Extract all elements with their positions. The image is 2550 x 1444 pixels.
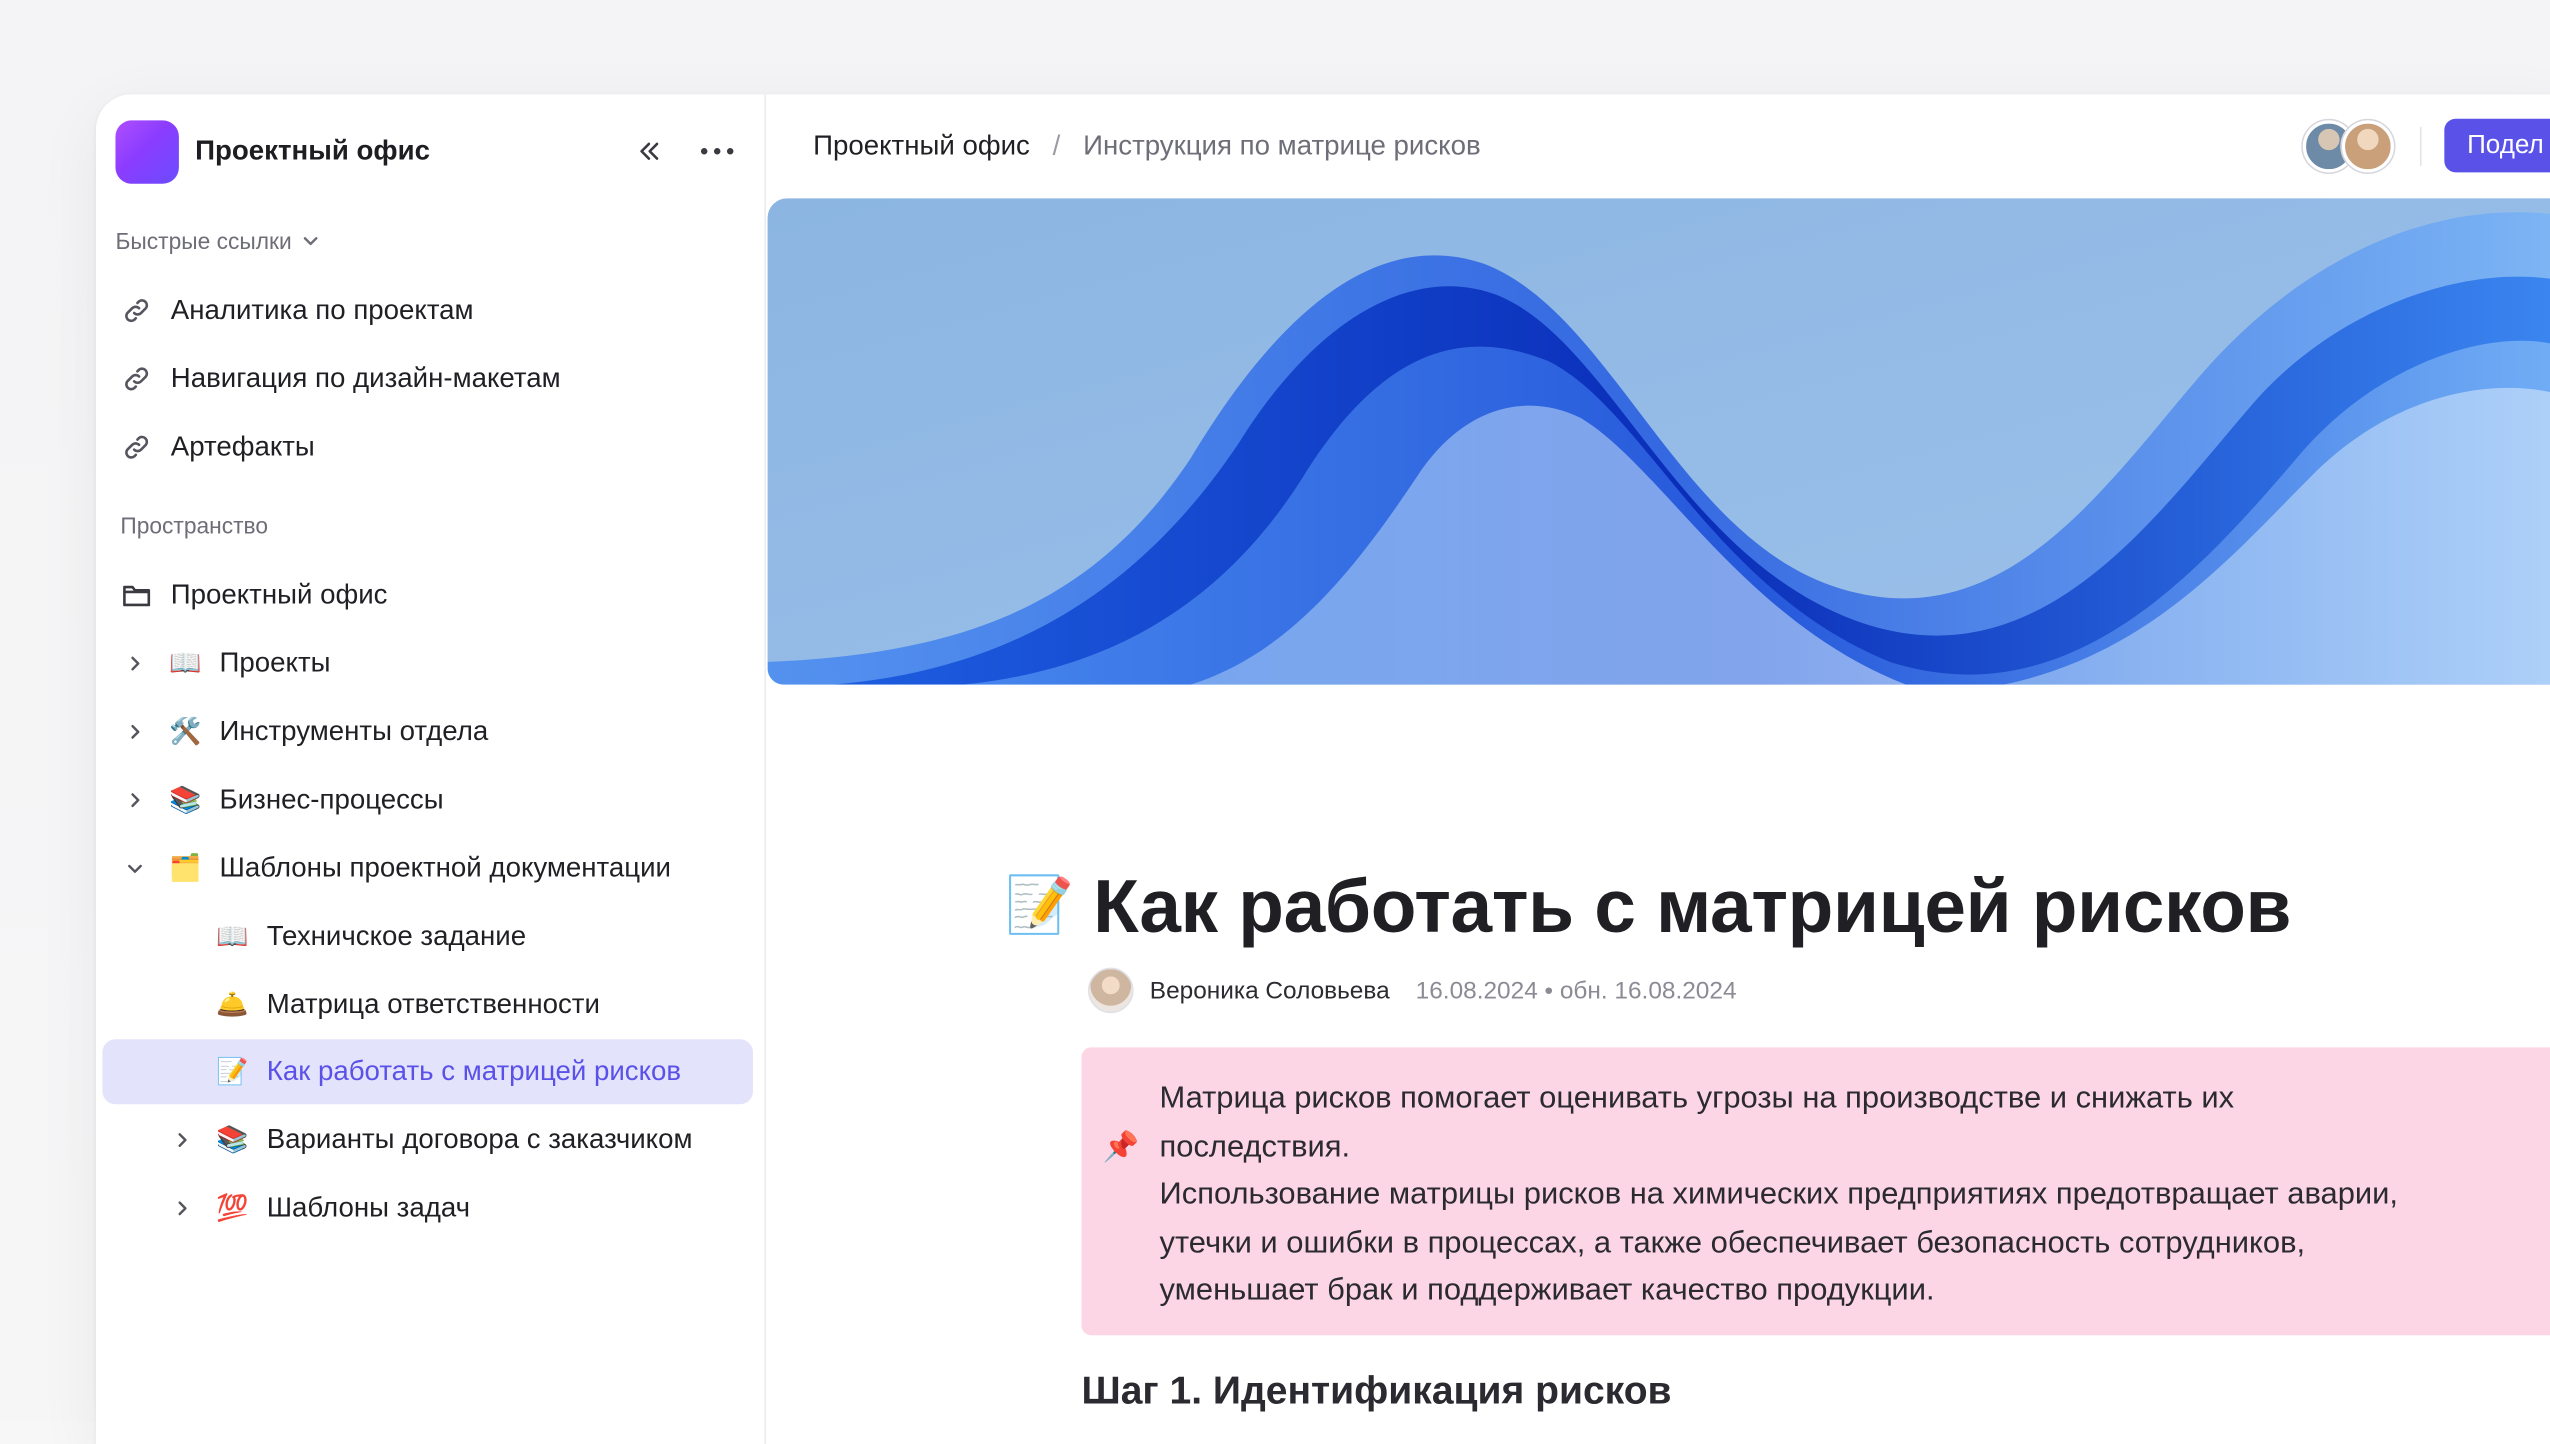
workspace-logo[interactable] (115, 119, 179, 183)
link-icon (119, 431, 155, 464)
space-root-item[interactable]: Проектный офис (102, 563, 753, 628)
tree-item-tools[interactable]: 🛠️ Инструменты отдела (102, 699, 753, 764)
document-meta: Вероника Соловьева 16.08.2024 • обн. 16.… (1087, 967, 1737, 1014)
collaborator-avatars[interactable] (2302, 120, 2394, 173)
breadcrumb-separator: / (1052, 130, 1061, 162)
section-heading[interactable]: Шаг 1. Идентификация рисков (1081, 1369, 1671, 1415)
toolbar-divider (2419, 126, 2422, 166)
quick-link-analytics[interactable]: Аналитика по проектам (102, 278, 753, 343)
space-title: Пространство (120, 512, 269, 539)
sidebar: Проектный офис Быстрые ссылки Аналитика … (95, 94, 766, 1444)
breadcrumb-root[interactable]: Проектный офис (813, 130, 1030, 163)
callout-line: Матрица рисков помогает оценивать угрозы… (1159, 1081, 2235, 1116)
tree-item-label: Инструменты отдела (219, 715, 489, 747)
memo-icon: 📝 (216, 1058, 249, 1087)
tree-item-risk-matrix[interactable]: 📝 Как работать с матрицей рисков (102, 1039, 753, 1105)
page-title-text: Как работать с матрицей рисков (1093, 863, 2292, 949)
tree-item-responsibility-matrix[interactable]: 🛎️ Матрица ответственности (102, 973, 753, 1038)
author-name[interactable]: Вероника Соловьева (1150, 977, 1390, 1005)
book-icon: 📖 (169, 650, 202, 679)
callout-line: уменьшает брак и поддерживает качество п… (1159, 1273, 1935, 1308)
tree-item-label: Варианты договора с заказчиком (266, 1123, 693, 1155)
callout-block[interactable]: 📌 Матрица рисков помогает оценивать угро… (1081, 1047, 2550, 1336)
breadcrumb: Проектный офис / Инструкция по матрице р… (813, 130, 1480, 163)
tree-item-tech-spec[interactable]: 📖 Техничское задание (102, 904, 753, 969)
card-index-icon: 🗂️ (169, 855, 202, 884)
main-content: Проектный офис / Инструкция по матрице р… (767, 94, 2550, 1444)
collapse-sidebar-icon[interactable] (629, 132, 668, 171)
folder-icon (119, 579, 155, 612)
callout-line: последствия. (1159, 1129, 1351, 1164)
tree-item-label: Матрица ответственности (266, 988, 600, 1020)
top-bar: Проектный офис / Инструкция по матрице р… (768, 94, 2550, 198)
tree-item-label: Шаблоны задач (266, 1192, 471, 1223)
share-button[interactable]: Подел (2444, 118, 2550, 173)
workspace-header: Проектный офис (115, 119, 744, 184)
chevron-right-icon[interactable] (166, 1130, 199, 1150)
avatar[interactable] (1087, 967, 1134, 1014)
workspace-name[interactable]: Проектный офис (195, 135, 430, 168)
link-icon (119, 363, 155, 396)
cover-wave-graphic (767, 198, 2550, 685)
chevron-right-icon[interactable] (119, 790, 152, 810)
callout-line: утечки и ошибки в процессах, а также обе… (1159, 1225, 2306, 1260)
chevron-right-icon[interactable] (166, 1199, 199, 1219)
callout-line: Использование матрицы рисков на химическ… (1159, 1177, 2399, 1212)
tree-item-projects[interactable]: 📖 Проекты (102, 631, 753, 696)
tree-item-contract-variants[interactable]: 📚 Варианты договора с заказчиком (102, 1108, 753, 1173)
tree-item-doc-templates[interactable]: 🗂️ Шаблоны проектной документации (102, 836, 753, 901)
chevron-right-icon[interactable] (119, 654, 152, 674)
space-root-label: Проектный офис (170, 578, 388, 610)
quick-link-artifacts[interactable]: Артефакты (102, 415, 753, 480)
quick-link-label: Навигация по дизайн-макетам (170, 362, 561, 394)
chevron-down-icon (304, 237, 319, 246)
quick-link-label: Аналитика по проектам (170, 294, 474, 326)
bell-icon: 🛎️ (216, 992, 249, 1020)
books-icon: 📚 (169, 787, 202, 815)
quick-links-title[interactable]: Быстрые ссылки (115, 228, 321, 254)
workspace-actions (629, 132, 744, 171)
tools-icon: 🛠️ (169, 718, 202, 747)
document-dates: 16.08.2024 • обн. 16.08.2024 (1415, 976, 1737, 1005)
app-window: Проектный офис Быстрые ссылки Аналитика … (95, 94, 2550, 1444)
pushpin-icon: 📌 (1102, 1130, 1140, 1163)
tree-item-label: Бизнес-процессы (219, 783, 444, 815)
chevron-down-icon[interactable] (119, 859, 152, 879)
books-icon: 📚 (216, 1127, 249, 1155)
chevron-right-icon[interactable] (119, 722, 152, 742)
quick-links-label: Быстрые ссылки (115, 227, 292, 254)
memo-icon[interactable]: 📝 (1005, 873, 1074, 938)
avatar[interactable] (2341, 120, 2394, 173)
cover-image[interactable] (767, 198, 2550, 685)
more-options-icon[interactable] (698, 132, 737, 171)
app-stage: Проектный офис Быстрые ссылки Аналитика … (0, 0, 2550, 1444)
tree-item-business-processes[interactable]: 📚 Бизнес-процессы (102, 768, 753, 833)
tree-item-task-templates[interactable]: 💯 Шаблоны задач (102, 1176, 753, 1241)
tree-item-label: Шаблоны проектной документации (219, 852, 671, 884)
tree-item-label: Как работать с матрицей рисков (266, 1055, 682, 1087)
breadcrumb-current[interactable]: Инструкция по матрице рисков (1083, 130, 1481, 163)
book-icon: 📖 (216, 923, 249, 952)
tree-item-label: Проекты (219, 647, 331, 679)
quick-link-label: Артефакты (170, 430, 315, 462)
hundred-icon: 💯 (216, 1195, 249, 1223)
quick-link-design-nav[interactable]: Навигация по дизайн-макетам (102, 346, 753, 411)
page-title[interactable]: 📝 Как работать с матрицей рисков (1005, 862, 2291, 950)
tree-item-label: Техничское задание (266, 920, 527, 952)
link-icon (119, 294, 155, 327)
